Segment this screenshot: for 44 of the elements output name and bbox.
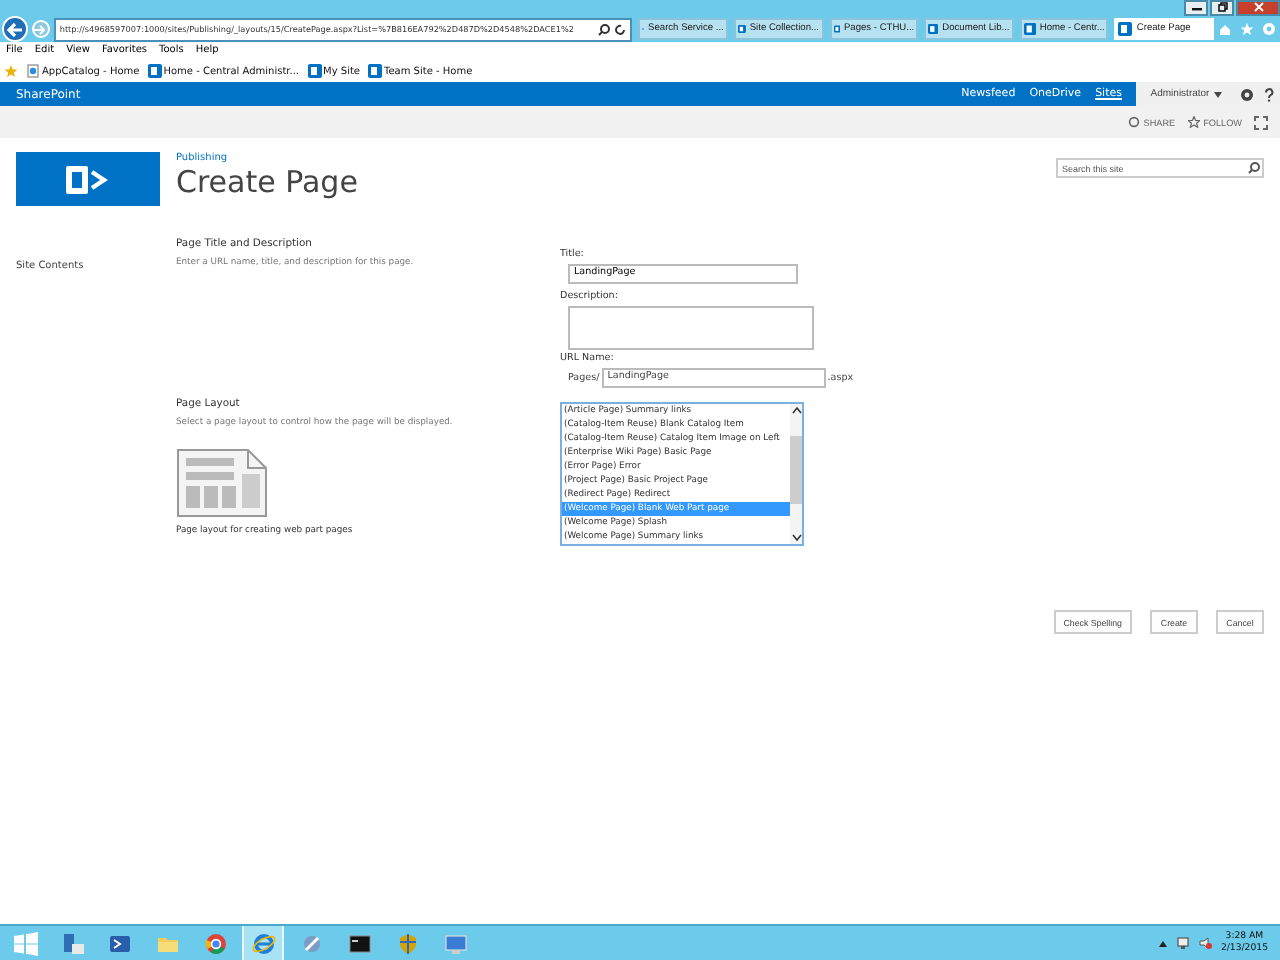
sharepoint-logo-icon <box>66 165 110 193</box>
network-icon <box>1176 936 1191 950</box>
shield-icon <box>395 931 419 955</box>
scrollbar[interactable] <box>790 404 802 544</box>
windows-icon <box>14 931 38 955</box>
minimize-button[interactable] <box>1184 0 1208 16</box>
scroll-up-icon <box>791 406 801 414</box>
search-icon <box>1248 162 1260 174</box>
maximize-button[interactable] <box>1210 0 1234 16</box>
favorites-star-icon <box>4 64 18 78</box>
focus-button[interactable] <box>1254 115 1268 129</box>
powershell-icon <box>107 931 131 955</box>
speaker-icon <box>1198 936 1213 950</box>
browser-icon <box>251 931 275 955</box>
start-button[interactable] <box>8 926 44 960</box>
scroll-down-icon <box>791 534 801 542</box>
share-icon <box>1127 116 1140 128</box>
home-icon <box>1218 22 1232 36</box>
settings-icon <box>1240 87 1254 101</box>
description-field[interactable] <box>568 306 814 350</box>
help-icon <box>1264 87 1274 101</box>
page-layout-preview-icon <box>176 448 268 518</box>
caret-down-icon <box>1213 91 1222 97</box>
focus-icon <box>1254 115 1268 129</box>
back-arrow-icon <box>5 21 24 37</box>
refresh-icon <box>614 23 627 35</box>
star-icon <box>1240 22 1254 36</box>
star-icon <box>1187 116 1200 128</box>
search-icon <box>598 23 611 35</box>
back-button[interactable] <box>2 16 28 42</box>
monitor-icon <box>443 931 467 955</box>
close-button[interactable] <box>1236 0 1280 16</box>
page-title: Create Page <box>176 164 360 200</box>
minimize-icon <box>1191 2 1201 12</box>
forward-arrow-icon <box>34 23 47 35</box>
terminal-icon <box>347 931 371 955</box>
page-layout-list[interactable] <box>560 402 804 546</box>
close-icon <box>1253 2 1263 12</box>
restore-icon <box>1217 2 1227 12</box>
server-icon <box>59 931 83 955</box>
tools-icon <box>299 931 323 955</box>
caret-up-icon <box>1158 939 1169 947</box>
chrome-icon <box>203 931 227 955</box>
scroll-thumb[interactable] <box>790 436 802 504</box>
